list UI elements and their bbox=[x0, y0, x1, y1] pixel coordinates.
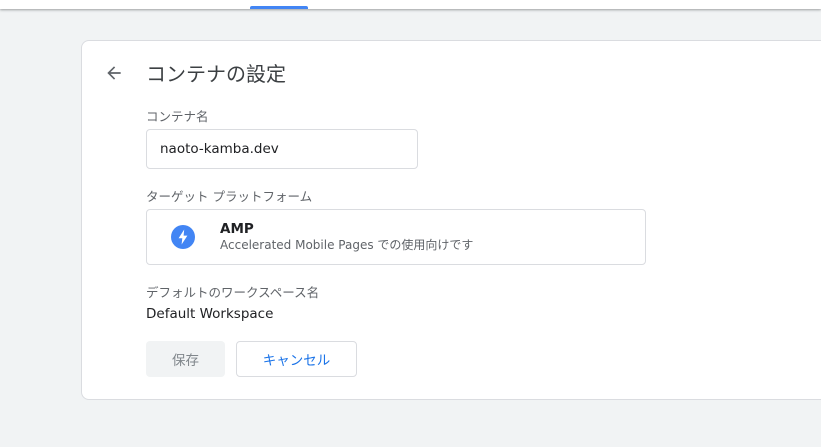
workspace-label: デフォルトのワークスペース名 bbox=[146, 285, 320, 300]
arrow-back-icon bbox=[107, 66, 121, 80]
cancel-button[interactable]: キャンセル bbox=[236, 341, 357, 377]
container-name-input[interactable] bbox=[146, 129, 418, 169]
active-tab-indicator bbox=[250, 6, 308, 9]
bolt-icon bbox=[171, 225, 195, 249]
platform-description: Accelerated Mobile Pages での使用向けです bbox=[220, 238, 474, 252]
back-button[interactable] bbox=[101, 60, 127, 86]
container-name-label: コンテナ名 bbox=[146, 109, 209, 124]
platform-name: AMP bbox=[220, 221, 254, 237]
target-platform-option[interactable]: AMP Accelerated Mobile Pages での使用向けです bbox=[146, 209, 646, 265]
target-platform-label: ターゲット プラットフォーム bbox=[146, 189, 313, 204]
save-button[interactable]: 保存 bbox=[146, 341, 225, 377]
workspace-name: Default Workspace bbox=[146, 306, 274, 322]
top-app-bar bbox=[0, 0, 821, 9]
page-title: コンテナの設定 bbox=[146, 62, 286, 86]
